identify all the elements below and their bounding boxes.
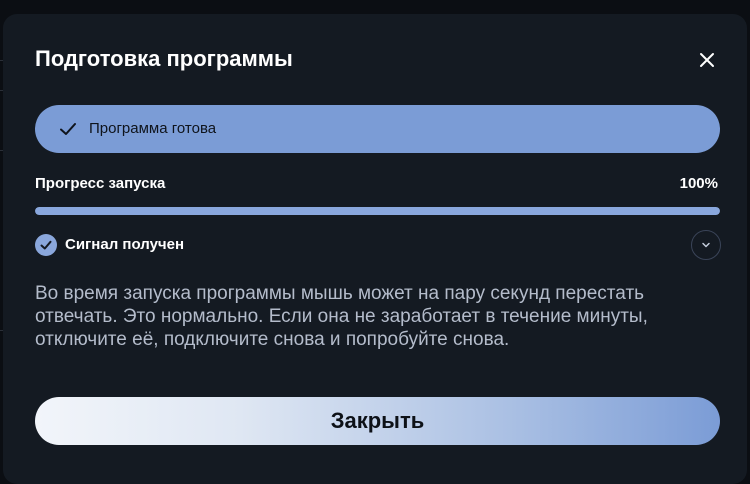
close-action-button[interactable]: Закрыть	[35, 397, 720, 445]
dialog-title: Подготовка программы	[35, 46, 293, 71]
progress-fill	[35, 207, 720, 215]
launch-dialog: Подготовка программы Программа готова Пр…	[3, 14, 747, 484]
progress-bar	[35, 207, 720, 215]
status-banner: Программа готова	[35, 105, 720, 153]
info-message: Во время запуска программы мышь может на…	[35, 283, 648, 350]
expand-details-button[interactable]	[691, 230, 721, 260]
progress-value: 100%	[679, 175, 718, 192]
check-circle-icon	[35, 234, 57, 256]
status-label: Программа готова	[89, 120, 217, 137]
close-icon	[700, 53, 714, 67]
close-button[interactable]	[693, 46, 721, 74]
signal-label: Сигнал получен	[65, 236, 185, 253]
chevron-down-icon	[702, 242, 710, 248]
check-icon	[57, 118, 79, 140]
signal-row: Сигнал получен	[35, 230, 721, 268]
progress-label: Прогресс запуска	[35, 175, 166, 192]
